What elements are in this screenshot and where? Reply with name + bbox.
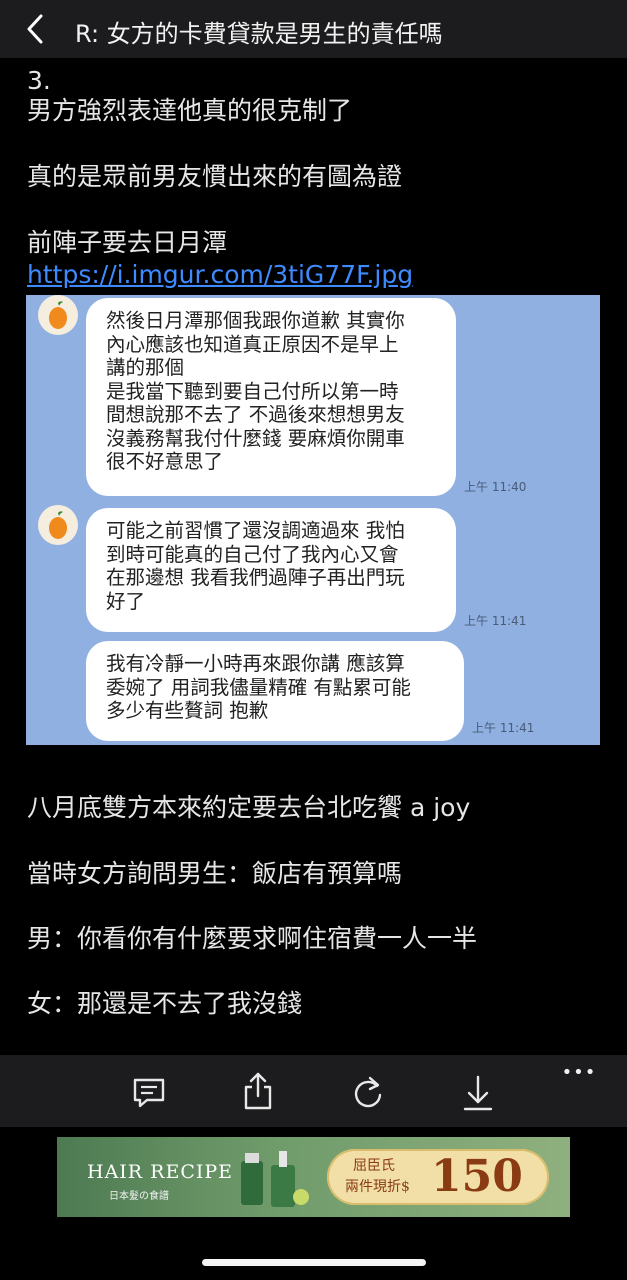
image-link[interactable]: https://i.imgur.com/3tiG77F.jpg	[27, 258, 413, 291]
post-line: 前陣子要去日月潭	[27, 228, 228, 257]
nav-bar: R: 女方的卡費貸款是男生的責任嗎	[0, 0, 627, 58]
back-button[interactable]	[20, 12, 50, 46]
chat-line: 好了	[106, 589, 146, 613]
more-button[interactable]: •••	[558, 1057, 600, 1087]
ad-brand: HAIR RECIPE	[87, 1161, 234, 1183]
offer-badge: 屈臣氏 兩件現折$ 150	[327, 1149, 549, 1205]
post-line: 男：你看你有什麼要求啊住宿費一人一半	[27, 924, 478, 953]
share-icon	[244, 1072, 272, 1110]
page-title: R: 女方的卡費貸款是男生的責任嗎	[75, 20, 443, 48]
ad-banner[interactable]: HAIR RECIPE 日本髮の食譜 屈臣氏 兩件現折$ 150	[57, 1137, 570, 1217]
home-indicator	[202, 1259, 426, 1266]
orange-icon	[49, 301, 67, 329]
refresh-button[interactable]	[348, 1073, 388, 1113]
comment-button[interactable]	[129, 1073, 169, 1113]
chat-line: 講的那個	[106, 356, 185, 379]
chat-line: 然後日月潭那個我跟你道歉 其實你	[106, 309, 405, 332]
chat-bubble: 我有冷靜一小時再來跟你講 應該算 委婉了 用詞我儘量精確 有點累可能 多少有些贅…	[86, 641, 464, 741]
chat-line: 委婉了 用詞我儘量精確 有點累可能	[106, 675, 411, 699]
chat-bubble: 可能之前習慣了還沒調適過來 我怕 到時可能真的自己付了我內心又會 在那邊想 我看…	[86, 508, 456, 632]
offer-store: 屈臣氏	[353, 1158, 395, 1174]
product-image	[235, 1145, 315, 1211]
offer-text: 兩件現折$	[345, 1179, 410, 1195]
download-icon	[463, 1075, 493, 1111]
chat-line: 在那邊想 我看我們過陣子再出門玩	[106, 566, 405, 589]
post-line: 當時女方詢問男生：飯店有預算嗎	[27, 859, 403, 888]
chat-line: 沒義務幫我付什麼錢 要麻煩你開車	[106, 426, 405, 450]
chat-line: 可能之前習慣了還沒調適過來 我怕	[106, 519, 405, 542]
bottle-icon	[241, 1151, 309, 1207]
chevron-left-icon	[27, 14, 43, 44]
refresh-icon	[354, 1076, 382, 1108]
bottom-toolbar: •••	[0, 1055, 627, 1127]
message-time: 上午 11:40	[464, 480, 527, 494]
ad-brand-sub: 日本髮の食譜	[109, 1191, 169, 1202]
post-line: 八月底雙方本來約定要去台北吃饗 a joy	[27, 793, 471, 822]
post-line: 男方強烈表達他真的很克制了	[27, 96, 353, 125]
more-icon: •••	[561, 1061, 597, 1083]
message-time: 上午 11:41	[472, 721, 535, 735]
avatar	[38, 295, 78, 335]
offer-amount: 150	[431, 1151, 523, 1202]
orange-icon	[49, 511, 67, 539]
chat-bubble: 然後日月潭那個我跟你道歉 其實你 內心應該也知道真正原因不是早上 講的那個 是我…	[86, 298, 456, 496]
share-button[interactable]	[238, 1071, 278, 1111]
download-button[interactable]	[458, 1073, 498, 1113]
chat-line: 多少有些贅詞 抱歉	[106, 699, 269, 722]
post-line: 真的是眾前男友慣出來的有圖為證	[27, 162, 403, 191]
chat-screenshot: 然後日月潭那個我跟你道歉 其實你 內心應該也知道真正原因不是早上 講的那個 是我…	[26, 295, 600, 745]
chat-line: 我有冷靜一小時再來跟你講 應該算	[106, 652, 405, 675]
post-line: 女：那還是不去了我沒錢	[27, 989, 303, 1018]
message-time: 上午 11:41	[464, 614, 527, 628]
post-line: 3.	[27, 66, 51, 95]
chat-line: 內心應該也知道真正原因不是早上	[106, 332, 399, 356]
comment-icon	[133, 1078, 165, 1108]
chat-line: 是我當下聽到要自己付所以第一時	[106, 379, 399, 403]
avatar	[38, 505, 78, 545]
chat-line: 間想說那不去了 不過後來想想男友	[106, 403, 405, 426]
chat-line: 到時可能真的自己付了我內心又會	[106, 542, 399, 566]
chat-line: 很不好意思了	[106, 450, 224, 473]
